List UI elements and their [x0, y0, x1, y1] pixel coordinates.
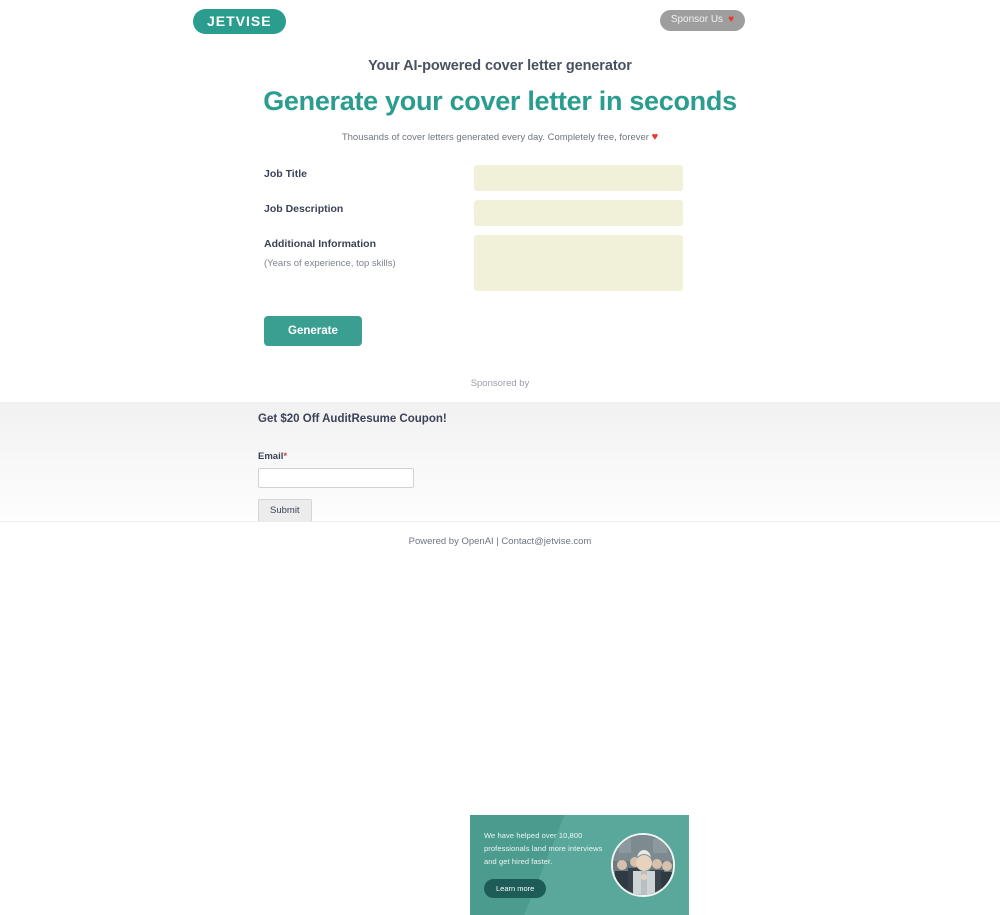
hero-section: Your AI-powered cover letter generator G…	[0, 58, 1000, 143]
promo-band: Get $20 Off AuditResume Coupon! Email* S…	[0, 402, 1000, 915]
additional-information-label-col: Additional Information (Years of experie…	[264, 235, 474, 269]
sponsor-us-label: Sponsor Us	[670, 14, 724, 25]
auditresume-ad-banner[interactable]: We have helped over 10,800 professionals…	[470, 815, 689, 915]
email-label: Email*	[258, 451, 458, 462]
ad-photo	[611, 833, 675, 897]
required-indicator: *	[283, 451, 288, 462]
hero-subtitle-text: Thousands of cover letters generated eve…	[341, 132, 649, 143]
hero-kicker: Your AI-powered cover letter generator	[368, 58, 632, 74]
job-title-label-col: Job Title	[264, 165, 474, 180]
job-title-input[interactable]	[474, 165, 683, 191]
page-title: Generate your cover letter in seconds	[263, 86, 737, 116]
page-header: JETVISE Sponsor Us ♥	[0, 0, 1000, 40]
jetvise-logo[interactable]: JETVISE	[193, 9, 286, 34]
additional-information-input[interactable]	[474, 235, 683, 291]
heart-icon: ♥	[728, 14, 734, 25]
coupon-signup-form: Get $20 Off AuditResume Coupon! Email* S…	[258, 413, 458, 522]
cover-letter-form: Job Title Job Description Additional Inf…	[0, 165, 1000, 346]
heart-icon: ♥	[651, 131, 659, 143]
footer-divider	[0, 521, 1000, 522]
form-row-additional-information: Additional Information (Years of experie…	[264, 235, 1000, 291]
sponsor-us-button[interactable]: Sponsor Us ♥	[659, 10, 745, 31]
generate-button[interactable]: Generate	[264, 316, 362, 346]
coupon-title: Get $20 Off AuditResume Coupon!	[258, 413, 447, 425]
footer-text: Powered by OpenAI | Contact@jetvise.com	[408, 536, 592, 547]
email-label-text: Email	[258, 451, 284, 462]
ad-headline: We have helped over 10,800 professionals…	[484, 831, 603, 867]
job-title-label: Job Title	[264, 168, 307, 180]
job-description-label-col: Job Description	[264, 200, 474, 215]
additional-information-hint: (Years of experience, top skills)	[264, 258, 396, 269]
email-input[interactable]	[258, 468, 414, 488]
submit-button[interactable]: Submit	[258, 499, 312, 522]
sponsored-by-heading: Sponsored by	[470, 378, 530, 389]
hero-subtitle: Thousands of cover letters generated eve…	[0, 131, 1000, 143]
additional-information-label: Additional Information	[264, 238, 376, 250]
form-row-job-description: Job Description	[264, 200, 1000, 226]
ad-learn-more-button[interactable]: Learn more	[484, 879, 547, 898]
job-description-label: Job Description	[264, 203, 344, 215]
job-description-input[interactable]	[474, 200, 683, 226]
form-row-job-title: Job Title	[264, 165, 1000, 191]
